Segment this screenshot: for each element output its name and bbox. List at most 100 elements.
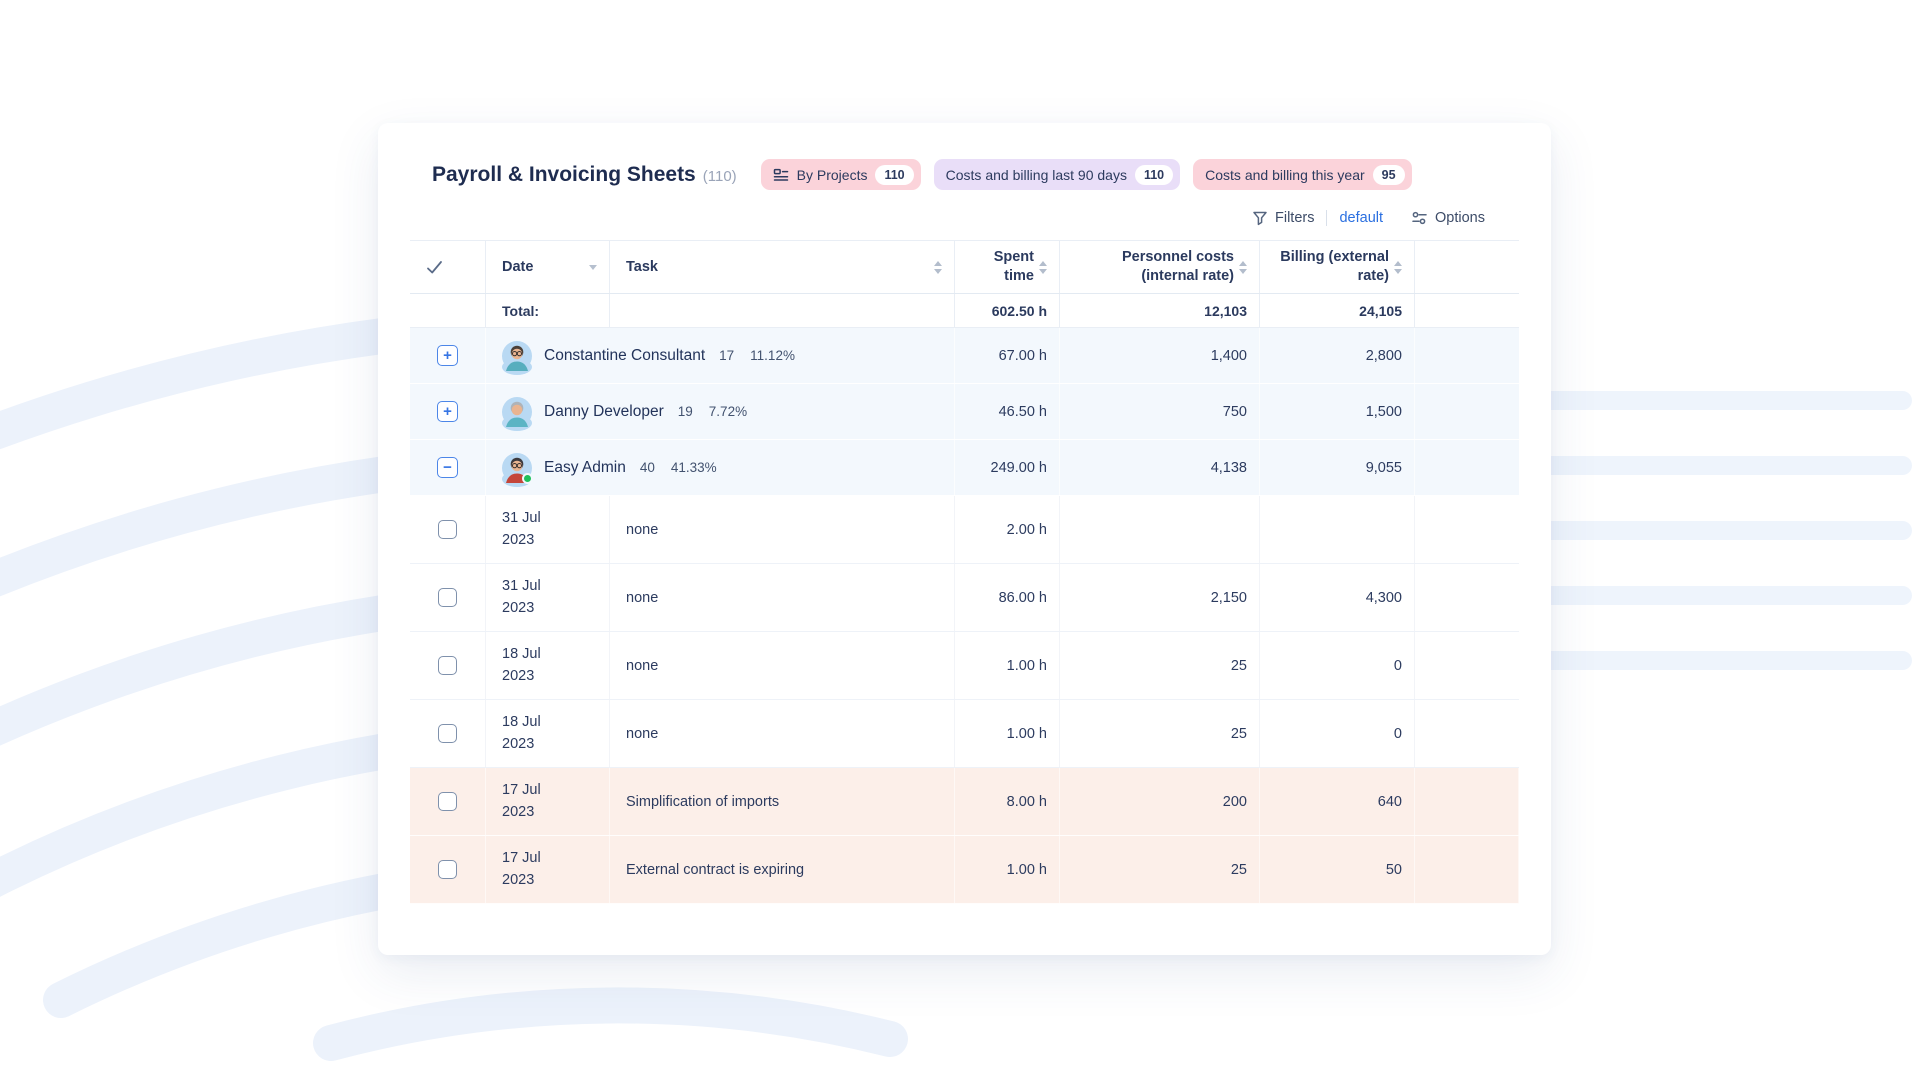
online-status-dot	[522, 473, 533, 484]
row-date: 17 Jul 2023	[502, 780, 560, 822]
sort-icon	[1394, 261, 1402, 274]
group-personnel-costs: 4,138	[1060, 440, 1260, 495]
filter-pill-count: 110	[875, 165, 913, 185]
filters-button[interactable]: Filters	[1252, 210, 1314, 226]
row-billing	[1260, 496, 1415, 563]
row-checkbox[interactable]	[438, 588, 457, 607]
total-spent-time: 602.50 h	[955, 294, 1060, 327]
row-task: Simplification of imports	[626, 794, 779, 810]
group-personnel-costs: 1,400	[1060, 328, 1260, 383]
row-personnel-costs: 25	[1060, 700, 1260, 767]
chevron-down-icon	[589, 265, 597, 270]
view-default-link[interactable]: default	[1339, 210, 1383, 226]
group-entry-count: 17	[719, 348, 734, 363]
group-spent-time: 46.50 h	[955, 384, 1060, 439]
filter-pill-count: 95	[1373, 165, 1405, 185]
row-task: none	[626, 658, 658, 674]
total-row: Total: 602.50 h 12,103 24,105	[410, 294, 1519, 328]
table-row[interactable]: 18 Jul 2023 none 1.00 h 25 0	[410, 700, 1519, 768]
total-billing: 24,105	[1260, 294, 1415, 327]
row-task: none	[626, 590, 658, 606]
row-date: 17 Jul 2023	[502, 848, 560, 890]
table-toolbar: Filters default Options	[378, 190, 1551, 226]
group-row[interactable]: + Danny Developer	[410, 384, 1519, 440]
row-billing: 50	[1260, 836, 1415, 903]
row-task: External contract is expiring	[626, 862, 804, 878]
filter-pill-label: Costs and billing this year	[1205, 167, 1365, 183]
group-row[interactable]: −	[410, 440, 1519, 496]
sort-icon	[1039, 261, 1047, 274]
group-percent: 7.72%	[709, 404, 747, 419]
row-checkbox[interactable]	[438, 792, 457, 811]
row-billing: 4,300	[1260, 564, 1415, 631]
group-user-name: Constantine Consultant	[544, 347, 705, 365]
group-spent-time: 249.00 h	[955, 440, 1060, 495]
filters-label: Filters	[1275, 210, 1314, 226]
group-row[interactable]: +	[410, 328, 1519, 384]
filter-pill[interactable]: By Projects 110	[761, 159, 921, 190]
table-row[interactable]: 31 Jul 2023 none 86.00 h 2,150 4,300	[410, 564, 1519, 632]
group-personnel-costs: 750	[1060, 384, 1260, 439]
group-user-name: Easy Admin	[544, 459, 626, 477]
row-date: 31 Jul 2023	[502, 576, 560, 618]
row-billing: 0	[1260, 632, 1415, 699]
group-entry-count: 40	[640, 460, 655, 475]
sort-icon	[1239, 261, 1247, 274]
column-header-task[interactable]: Task	[610, 241, 955, 293]
row-personnel-costs: 25	[1060, 632, 1260, 699]
funnel-icon	[1252, 210, 1268, 226]
row-checkbox[interactable]	[438, 724, 457, 743]
row-personnel-costs: 200	[1060, 768, 1260, 835]
table-row[interactable]: 31 Jul 2023 none 2.00 h	[410, 496, 1519, 564]
expand-toggle-button[interactable]: +	[437, 345, 458, 366]
group-billing: 1,500	[1260, 384, 1415, 439]
row-spent-time: 1.00 h	[955, 700, 1060, 767]
column-header-empty	[1415, 241, 1519, 293]
page-title-text: Payroll & Invoicing Sheets	[432, 163, 696, 186]
row-spent-time: 2.00 h	[955, 496, 1060, 563]
avatar	[502, 453, 532, 483]
group-billing: 2,800	[1260, 328, 1415, 383]
group-spent-time: 67.00 h	[955, 328, 1060, 383]
table-row[interactable]: 17 Jul 2023 Simplification of imports 8.…	[410, 768, 1519, 836]
group-billing: 9,055	[1260, 440, 1415, 495]
filter-pill[interactable]: Costs and billing this year 95	[1193, 159, 1411, 190]
column-header-billing[interactable]: Billing (external rate)	[1260, 241, 1415, 293]
expand-toggle-button[interactable]: +	[437, 401, 458, 422]
table-row[interactable]: 18 Jul 2023 none 1.00 h 25 0	[410, 632, 1519, 700]
toolbar-divider	[1326, 210, 1327, 226]
row-personnel-costs	[1060, 496, 1260, 563]
column-header-personnel-costs[interactable]: Personnel costs (internal rate)	[1060, 241, 1260, 293]
page-title: Payroll & Invoicing Sheets (110)	[432, 163, 737, 187]
table-row[interactable]: 17 Jul 2023 External contract is expirin…	[410, 836, 1519, 904]
group-user-name: Danny Developer	[544, 403, 664, 421]
row-task: none	[626, 522, 658, 538]
record-count: (110)	[703, 168, 737, 185]
row-billing: 640	[1260, 768, 1415, 835]
row-checkbox[interactable]	[438, 656, 457, 675]
row-checkbox[interactable]	[438, 860, 457, 879]
options-button[interactable]: Options	[1411, 210, 1485, 226]
row-billing: 0	[1260, 700, 1415, 767]
payroll-table: Date Task Spent time Personnel costs (in…	[410, 240, 1519, 904]
sheet-list-icon	[773, 167, 789, 183]
select-all-header[interactable]	[410, 241, 486, 293]
group-percent: 41.33%	[671, 460, 717, 475]
row-date: 18 Jul 2023	[502, 712, 560, 754]
total-label: Total:	[486, 294, 610, 327]
filter-pill-label: By Projects	[797, 167, 868, 183]
row-spent-time: 1.00 h	[955, 632, 1060, 699]
filter-pill[interactable]: Costs and billing last 90 days 110	[934, 159, 1181, 190]
row-checkbox[interactable]	[438, 520, 457, 539]
table-body: +	[410, 328, 1519, 904]
check-icon	[426, 260, 443, 275]
column-header-spent-time[interactable]: Spent time	[955, 241, 1060, 293]
options-label: Options	[1435, 210, 1485, 226]
row-date: 31 Jul 2023	[502, 508, 560, 550]
column-header-date[interactable]: Date	[486, 241, 610, 293]
avatar	[502, 341, 532, 371]
total-personnel-costs: 12,103	[1060, 294, 1260, 327]
table-header-row: Date Task Spent time Personnel costs (in…	[410, 240, 1519, 294]
avatar	[502, 397, 532, 427]
expand-toggle-button[interactable]: −	[437, 457, 458, 478]
